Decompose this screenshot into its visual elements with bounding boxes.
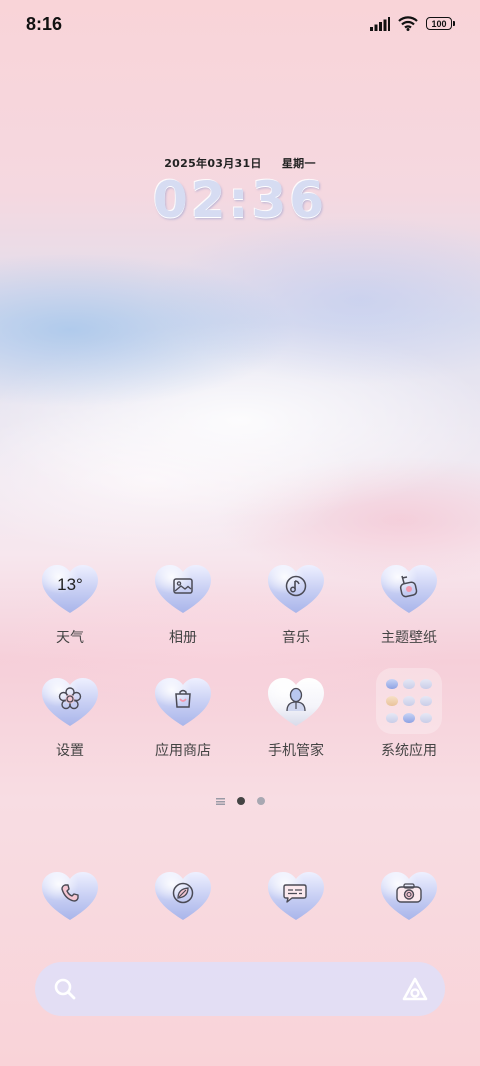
app-themes[interactable]: 主题壁纸 xyxy=(359,563,459,647)
assistant-icon[interactable] xyxy=(401,975,429,1003)
clock-time: 02:36 xyxy=(152,171,328,229)
themes-icon xyxy=(379,563,439,615)
gallery-icon xyxy=(153,563,213,615)
clock-date: 2025年03月31日 xyxy=(164,157,262,170)
battery-icon: 100 xyxy=(426,17,455,30)
dock-phone[interactable] xyxy=(20,870,120,922)
folder-system-apps[interactable]: 系统应用 xyxy=(359,668,459,760)
browser-icon xyxy=(153,870,213,922)
wifi-icon xyxy=(398,16,418,31)
security-icon xyxy=(266,676,326,728)
dock-browser[interactable] xyxy=(133,870,233,922)
app-store[interactable]: 应用商店 xyxy=(133,676,233,760)
app-settings[interactable]: 设置 xyxy=(20,676,120,760)
search-icon xyxy=(54,978,76,1000)
app-label-themes: 主题壁纸 xyxy=(381,630,437,646)
page-indicator[interactable] xyxy=(0,797,480,805)
weather-temp: 13° xyxy=(57,574,83,594)
battery-level: 100 xyxy=(431,18,447,29)
clock-widget[interactable]: 2025年03月31日 星期一 02:36 xyxy=(0,155,480,229)
status-icons: 100 xyxy=(370,16,455,31)
weather-icon: 13° xyxy=(40,563,100,615)
clock-weekday: 星期一 xyxy=(281,157,316,170)
dock-camera[interactable] xyxy=(359,870,459,922)
clock-date-row: 2025年03月31日 星期一 xyxy=(0,155,480,171)
phone-icon xyxy=(40,870,100,922)
app-label-music: 音乐 xyxy=(282,630,310,646)
app-security[interactable]: 手机管家 xyxy=(246,676,346,760)
settings-icon xyxy=(40,676,100,728)
app-music[interactable]: 音乐 xyxy=(246,563,346,647)
folder-icon xyxy=(376,668,442,734)
search-bar[interactable] xyxy=(35,962,445,1016)
page-dot-current[interactable] xyxy=(236,797,245,805)
camera-icon xyxy=(379,870,439,922)
app-label-weather: 天气 xyxy=(56,630,84,646)
music-icon xyxy=(266,563,326,615)
status-time: 8:16 xyxy=(26,14,63,34)
messages-icon xyxy=(266,870,326,922)
app-label-settings: 设置 xyxy=(56,743,84,759)
app-weather[interactable]: 13° 天气 xyxy=(20,563,120,647)
status-bar: 8:16 100 xyxy=(0,0,480,50)
page-dot[interactable] xyxy=(256,797,265,805)
app-label-gallery: 相册 xyxy=(169,630,197,646)
app-store-icon xyxy=(153,676,213,728)
app-label-system: 系统应用 xyxy=(381,743,437,759)
dock-messages[interactable] xyxy=(246,870,346,922)
app-label-store: 应用商店 xyxy=(155,743,211,759)
app-gallery[interactable]: 相册 xyxy=(133,563,233,647)
app-label-security: 手机管家 xyxy=(268,743,324,759)
page-indicator-menu-icon[interactable] xyxy=(215,797,225,805)
signal-icon xyxy=(370,16,390,31)
